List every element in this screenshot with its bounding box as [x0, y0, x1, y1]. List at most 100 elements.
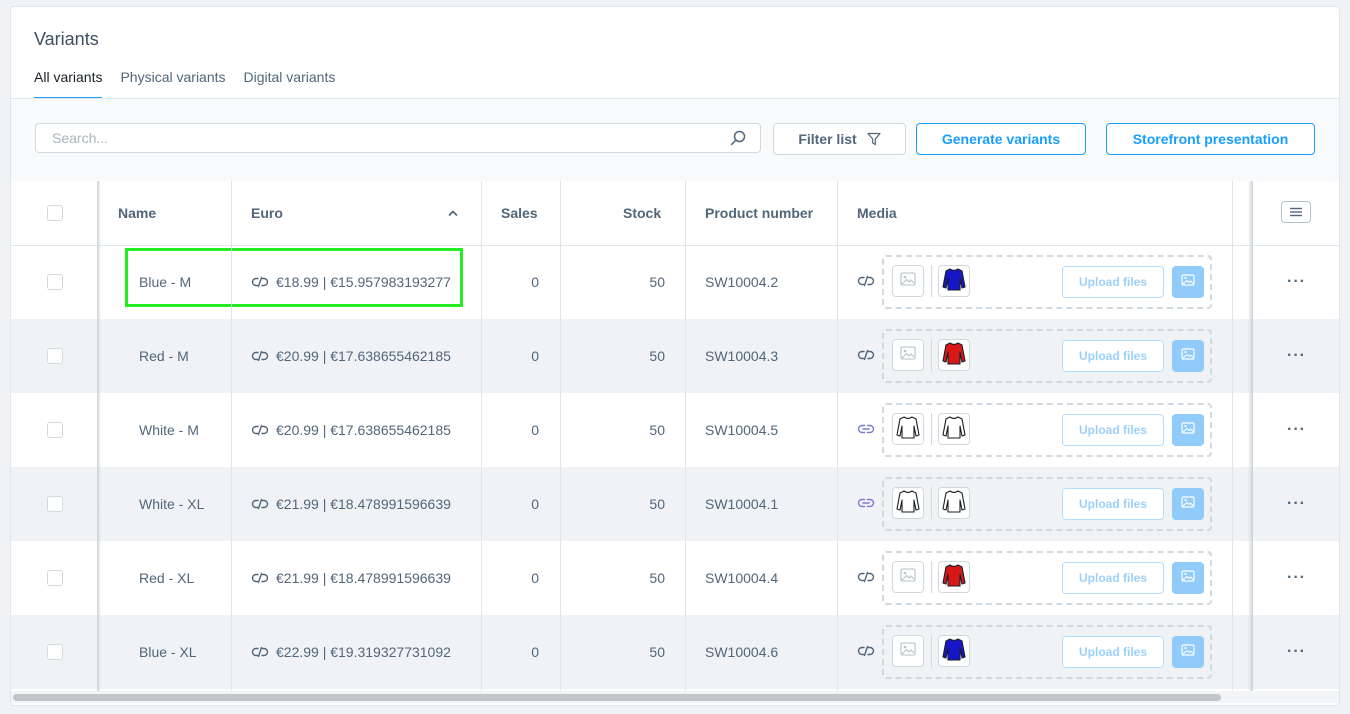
upload-files-button[interactable]: Upload files: [1062, 266, 1164, 298]
media-thumbnail[interactable]: [892, 339, 924, 371]
image-icon: [1181, 643, 1195, 661]
variant-name[interactable]: White - M: [139, 393, 199, 467]
price-cell[interactable]: €21.99 | €18.478991596639: [251, 541, 451, 615]
stock-value[interactable]: 50: [611, 467, 665, 541]
media-thumbnail[interactable]: [892, 635, 924, 667]
media-thumbnail[interactable]: [938, 339, 970, 371]
row-select-cell: [47, 245, 63, 319]
media-thumbnail[interactable]: [892, 265, 924, 297]
tab-all-variants[interactable]: All variants: [34, 69, 103, 99]
unlink-icon: [857, 348, 875, 364]
row-checkbox[interactable]: [47, 570, 63, 586]
row-checkbox[interactable]: [47, 348, 63, 364]
media-library-button[interactable]: [1172, 340, 1204, 372]
row-select-cell: [47, 541, 63, 615]
generate-variants-button[interactable]: Generate variants: [916, 123, 1086, 155]
media-library-button[interactable]: [1172, 414, 1204, 446]
media-inheritance-toggle[interactable]: [857, 615, 875, 689]
price-inheritance-icon[interactable]: [251, 572, 269, 584]
sales-value: 0: [531, 348, 539, 364]
media-library-button[interactable]: [1172, 562, 1204, 594]
row-checkbox[interactable]: [47, 274, 63, 290]
filter-list-button[interactable]: Filter list: [773, 123, 906, 155]
row-actions-button[interactable]: ···: [1287, 319, 1306, 393]
price-inheritance-icon[interactable]: [251, 350, 269, 362]
media-inheritance-toggle[interactable]: [857, 245, 875, 319]
column-header-euro[interactable]: Euro: [251, 181, 283, 245]
media-thumbnail[interactable]: [938, 561, 970, 593]
price-cell[interactable]: €18.99 | €15.957983193277: [251, 245, 451, 319]
price-inheritance-icon[interactable]: [251, 498, 269, 510]
column-header-product-number[interactable]: Product number: [705, 181, 813, 245]
media-inheritance-toggle[interactable]: [857, 319, 875, 393]
row-actions-button[interactable]: ···: [1287, 467, 1306, 541]
search-input[interactable]: [36, 124, 712, 152]
price-inheritance-icon[interactable]: [251, 424, 269, 436]
row-actions-button[interactable]: ···: [1287, 615, 1306, 689]
media-inheritance-toggle[interactable]: [857, 467, 875, 541]
media-upload-area[interactable]: Upload files: [882, 477, 1212, 531]
stock-value[interactable]: 50: [611, 615, 665, 689]
price-inheritance-icon[interactable]: [251, 646, 269, 658]
upload-files-button[interactable]: Upload files: [1062, 340, 1164, 372]
sort-ascending-icon[interactable]: [448, 209, 458, 217]
stock-value[interactable]: 50: [611, 245, 665, 319]
price-cell[interactable]: €22.99 | €19.319327731092: [251, 615, 451, 689]
price-cell[interactable]: €20.99 | €17.638655462185: [251, 319, 451, 393]
media-inheritance-toggle[interactable]: [857, 541, 875, 615]
price-cell[interactable]: €20.99 | €17.638655462185: [251, 393, 451, 467]
media-upload-area[interactable]: Upload files: [882, 403, 1212, 457]
row-actions-button[interactable]: ···: [1287, 541, 1306, 615]
stock-value[interactable]: 50: [611, 319, 665, 393]
media-library-button[interactable]: [1172, 636, 1204, 668]
search-icon[interactable]: [730, 130, 746, 146]
media-thumbnail[interactable]: [938, 487, 970, 519]
stock-value[interactable]: 50: [611, 393, 665, 467]
price-inheritance-icon[interactable]: [251, 276, 269, 288]
media-upload-area[interactable]: Upload files: [882, 551, 1212, 605]
column-header-stock[interactable]: Stock: [623, 181, 661, 245]
storefront-presentation-button[interactable]: Storefront presentation: [1106, 123, 1315, 155]
horizontal-scrollbar-thumb[interactable]: [13, 694, 1221, 701]
column-header-name[interactable]: Name: [118, 181, 156, 245]
media-inheritance-toggle[interactable]: [857, 393, 875, 467]
tab-physical-variants[interactable]: Physical variants: [120, 69, 225, 99]
row-select-cell: [47, 467, 63, 541]
row-checkbox[interactable]: [47, 644, 63, 660]
horizontal-scrollbar[interactable]: [11, 691, 1339, 703]
stock-value[interactable]: 50: [611, 541, 665, 615]
price-cell[interactable]: €21.99 | €18.478991596639: [251, 467, 451, 541]
variant-name[interactable]: Blue - XL: [139, 615, 197, 689]
upload-files-button[interactable]: Upload files: [1062, 562, 1164, 594]
media-library-button[interactable]: [1172, 488, 1204, 520]
variant-name[interactable]: Red - XL: [139, 541, 194, 615]
media-thumbnail[interactable]: [938, 413, 970, 445]
upload-files-button[interactable]: Upload files: [1062, 636, 1164, 668]
media-upload-area[interactable]: Upload files: [882, 255, 1212, 309]
row-actions-button[interactable]: ···: [1287, 393, 1306, 467]
variant-name[interactable]: Blue - M: [139, 245, 191, 319]
media-library-button[interactable]: [1172, 266, 1204, 298]
media-thumbnail[interactable]: [892, 561, 924, 593]
media-thumbnail[interactable]: [892, 413, 924, 445]
media-upload-area[interactable]: Upload files: [882, 329, 1212, 383]
image-icon: [1181, 347, 1195, 365]
unlink-icon: [857, 274, 875, 290]
variant-name[interactable]: Red - M: [139, 319, 189, 393]
row-checkbox[interactable]: [47, 496, 63, 512]
media-upload-area[interactable]: Upload files: [882, 625, 1212, 679]
upload-files-button[interactable]: Upload files: [1062, 414, 1164, 446]
sales-value: 0: [531, 496, 539, 512]
column-header-sales[interactable]: Sales: [501, 181, 538, 245]
media-thumbnail[interactable]: [938, 265, 970, 297]
row-actions-button[interactable]: ···: [1287, 245, 1306, 319]
media-thumbnail[interactable]: [892, 487, 924, 519]
column-header-media[interactable]: Media: [857, 181, 897, 245]
column-settings-button[interactable]: [1281, 201, 1311, 223]
tab-digital-variants[interactable]: Digital variants: [244, 69, 336, 99]
upload-files-button[interactable]: Upload files: [1062, 488, 1164, 520]
row-checkbox[interactable]: [47, 422, 63, 438]
select-all-checkbox[interactable]: [47, 205, 63, 221]
media-thumbnail[interactable]: [938, 635, 970, 667]
variant-name[interactable]: White - XL: [139, 467, 204, 541]
